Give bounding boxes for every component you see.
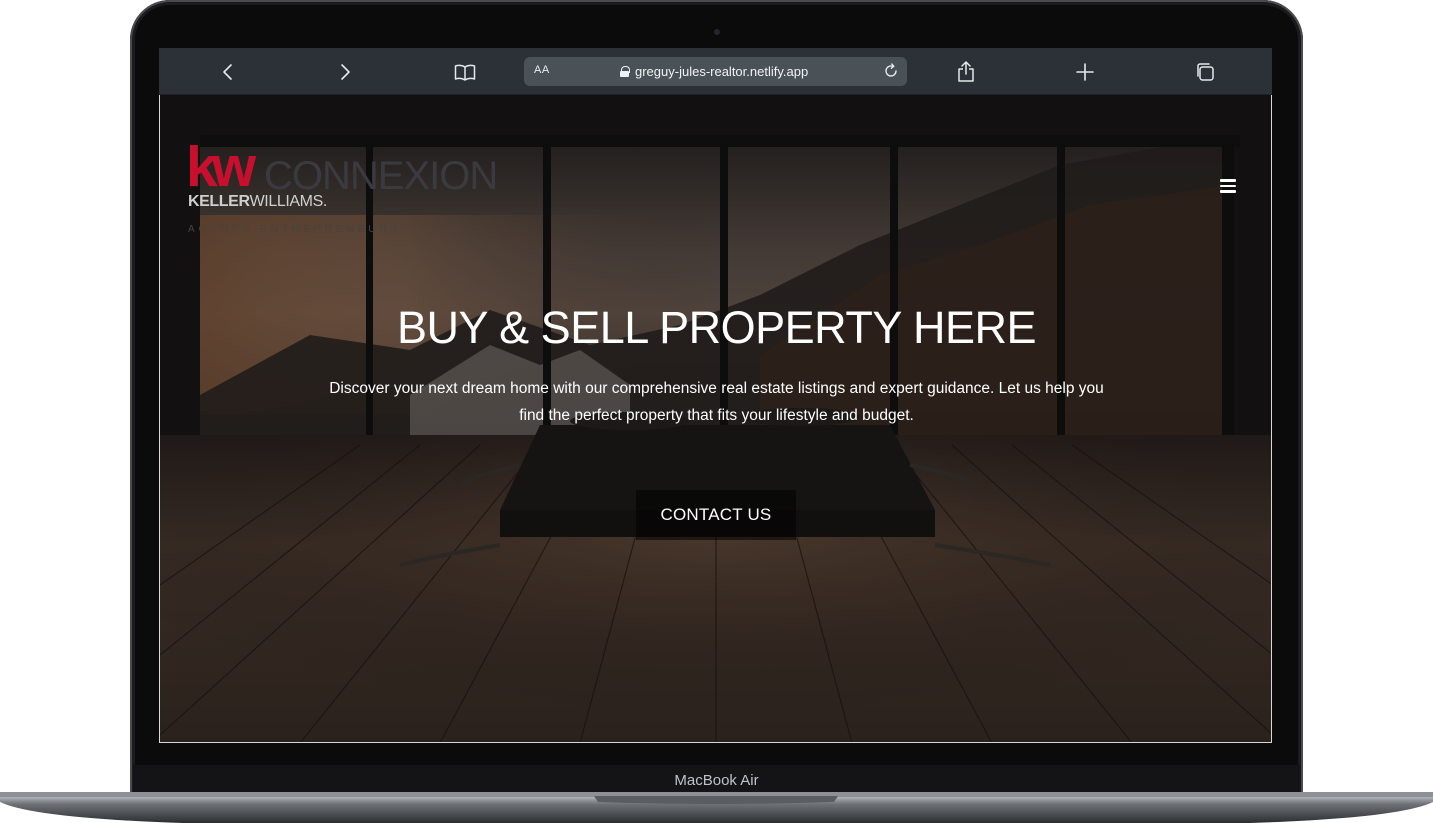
- logo-keller: KELLER: [188, 193, 250, 210]
- reload-icon[interactable]: [881, 61, 901, 81]
- forward-icon[interactable]: [325, 48, 365, 95]
- logo-tagline: AGENTS ENTREPRENEURS: [188, 224, 402, 235]
- web-viewport: kw CONNEXION KELLERWILLIAMS. AGENTS ENTR…: [159, 95, 1272, 743]
- address-bar[interactable]: AA greguy-jules-realtor.netlify.app: [524, 57, 907, 86]
- logo-connexion: CONNEXION: [264, 154, 498, 198]
- logo-williams: WILLIAMS.: [249, 193, 328, 210]
- menu-hamburger-icon[interactable]: [1220, 179, 1236, 193]
- url-text: greguy-jules-realtor.netlify.app: [635, 64, 809, 79]
- menu-bar-top: [1220, 179, 1236, 182]
- camera: [714, 29, 720, 35]
- hero-subtitle: Discover your next dream home with our c…: [329, 380, 1104, 424]
- share-icon[interactable]: [946, 48, 986, 95]
- text-size-button[interactable]: AA: [534, 64, 550, 76]
- url-display[interactable]: greguy-jules-realtor.netlify.app: [620, 64, 808, 79]
- contact-us-button[interactable]: CONTACT US: [636, 490, 796, 540]
- laptop-base: [0, 792, 1433, 823]
- back-icon[interactable]: [208, 48, 248, 95]
- menu-bar-middle: [1220, 184, 1236, 187]
- site-logo[interactable]: kw CONNEXION KELLERWILLIAMS. AGENTS ENTR…: [186, 135, 498, 237]
- hero-title: BUY & SELL PROPERTY HERE: [396, 302, 1037, 353]
- browser-toolbar: AA greguy-jules-realtor.netlify.app: [159, 48, 1272, 95]
- lock-icon: [620, 66, 630, 77]
- bookmarks-icon[interactable]: [445, 48, 485, 95]
- device-label: MacBook Air: [674, 772, 759, 789]
- tabs-icon[interactable]: [1185, 48, 1225, 95]
- logo-keller-williams: KELLERWILLIAMS.: [188, 194, 327, 210]
- screenshot-stage: AA greguy-jules-realtor.netlify.app kw C…: [0, 0, 1433, 823]
- logo-kw-mark: kw: [186, 135, 256, 199]
- new-tab-icon[interactable]: [1065, 48, 1105, 95]
- menu-bar-bottom: [1220, 190, 1236, 193]
